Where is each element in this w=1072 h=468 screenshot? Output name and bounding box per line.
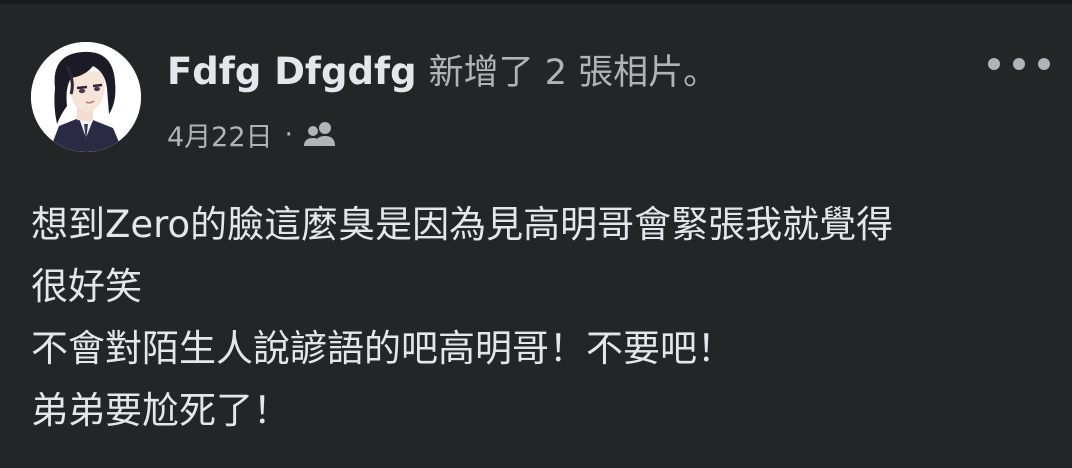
more-dot — [1038, 58, 1050, 70]
more-horizontal-icon[interactable] — [988, 49, 1050, 79]
post-meta: 4月22日 · — [167, 115, 337, 154]
more-dot — [1013, 58, 1025, 70]
more-dot — [988, 58, 1000, 70]
post-header: Fdfg Dfgdfg 新增了 2 張相片。 — [167, 44, 718, 94]
post-date[interactable]: 4月22日 — [167, 115, 273, 154]
author-name[interactable]: Fdfg Dfgdfg — [167, 50, 417, 93]
post-body-line: 很好笑 — [31, 265, 142, 308]
post-action-text: 新增了 2 張相片。 — [428, 53, 719, 93]
avatar[interactable] — [31, 42, 141, 152]
post-body-line: 弟弟要尬死了！ — [31, 389, 290, 432]
post-body-line: 不會對陌生人說諺語的吧高明哥！不要吧！ — [31, 327, 734, 370]
meta-separator: · — [284, 118, 294, 150]
post-body: 想到Zero的臉這麼臭是因為見高明哥會緊張我就覺得 很好笑 不會對陌生人說諺語的… — [31, 194, 1041, 442]
post-card: Fdfg Dfgdfg 新增了 2 張相片。 4月22日 · 想到Zero的臉這… — [0, 4, 1072, 468]
friends-icon[interactable] — [303, 120, 337, 148]
avatar-illustration — [31, 42, 141, 152]
post-body-line: 想到Zero的臉這麼臭是因為見高明哥會緊張我就覺得 — [31, 203, 894, 246]
